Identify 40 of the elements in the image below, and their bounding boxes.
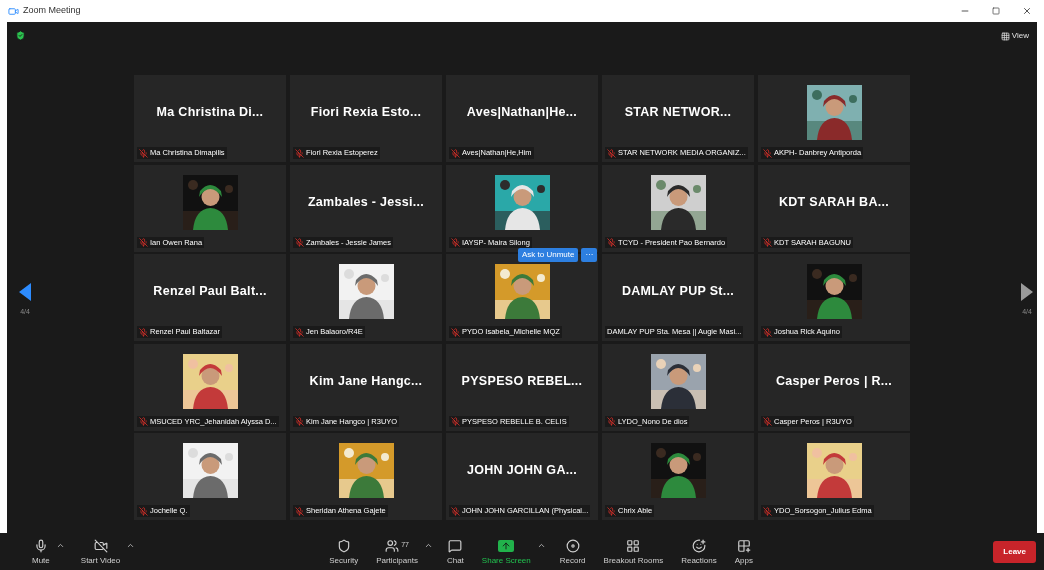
toolbar-button[interactable]: Record [555,536,590,567]
view-button[interactable]: View [1000,30,1029,42]
participant-display-name: Fiori Rexia Esto... [310,104,422,122]
grid-icon [626,538,641,553]
record-icon [565,538,580,553]
participant-display-name: Casper Peros | R... [775,372,893,390]
encryption-shield-icon[interactable] [15,30,26,41]
toolbar-button[interactable]: Breakout Rooms [599,536,668,567]
participant-display-name: Zambales - Jessi... [307,193,425,211]
participant-display-name: DAMLAY PUP St... [621,283,735,301]
participant-display-name: Renzel Paul Balt... [153,283,267,301]
chat-bubble-icon [448,538,463,553]
participant-display-name: JOHN JOHN GA... [466,462,578,480]
video-off-icon [93,538,108,553]
close-icon[interactable] [1022,6,1032,16]
grid-icon [1000,31,1010,41]
toolbar-button[interactable]: Security [325,536,363,567]
app-icon [8,5,19,17]
toolbar-button[interactable]: Reactions [677,536,721,567]
microphone-icon [33,538,48,553]
participant-display-name: STAR NETWOR... [624,104,732,122]
shield-icon [336,538,351,553]
smiley-icon [691,538,706,553]
participant-display-name: PYSPESO REBEL... [461,372,583,390]
people-icon [385,538,400,553]
leave-button[interactable]: Leave [993,540,1036,563]
window-title: Zoom Meeting [23,4,81,18]
ask-to-unmute-button[interactable]: Ask to Unmute [518,248,579,262]
participant-display-name: Ma Christina Di... [156,104,264,122]
restore-icon[interactable] [992,7,1000,15]
toolbar-button[interactable]: Mute [28,536,54,567]
participant-display-name: KDT SARAH BA... [778,193,890,211]
toolbar-button[interactable]: Chat [442,536,468,567]
apps-icon [736,538,751,553]
participant-display-name: Kim Jane Hangc... [309,372,423,390]
more-options-button[interactable]: ··· [581,248,598,262]
toolbar-button[interactable]: Apps [730,536,757,567]
toolbar-button[interactable]: Share Screen [477,536,535,567]
participant-display-name: Aves|Nathan|He... [466,104,578,122]
toolbar-button[interactable]: Start Video [76,536,125,567]
